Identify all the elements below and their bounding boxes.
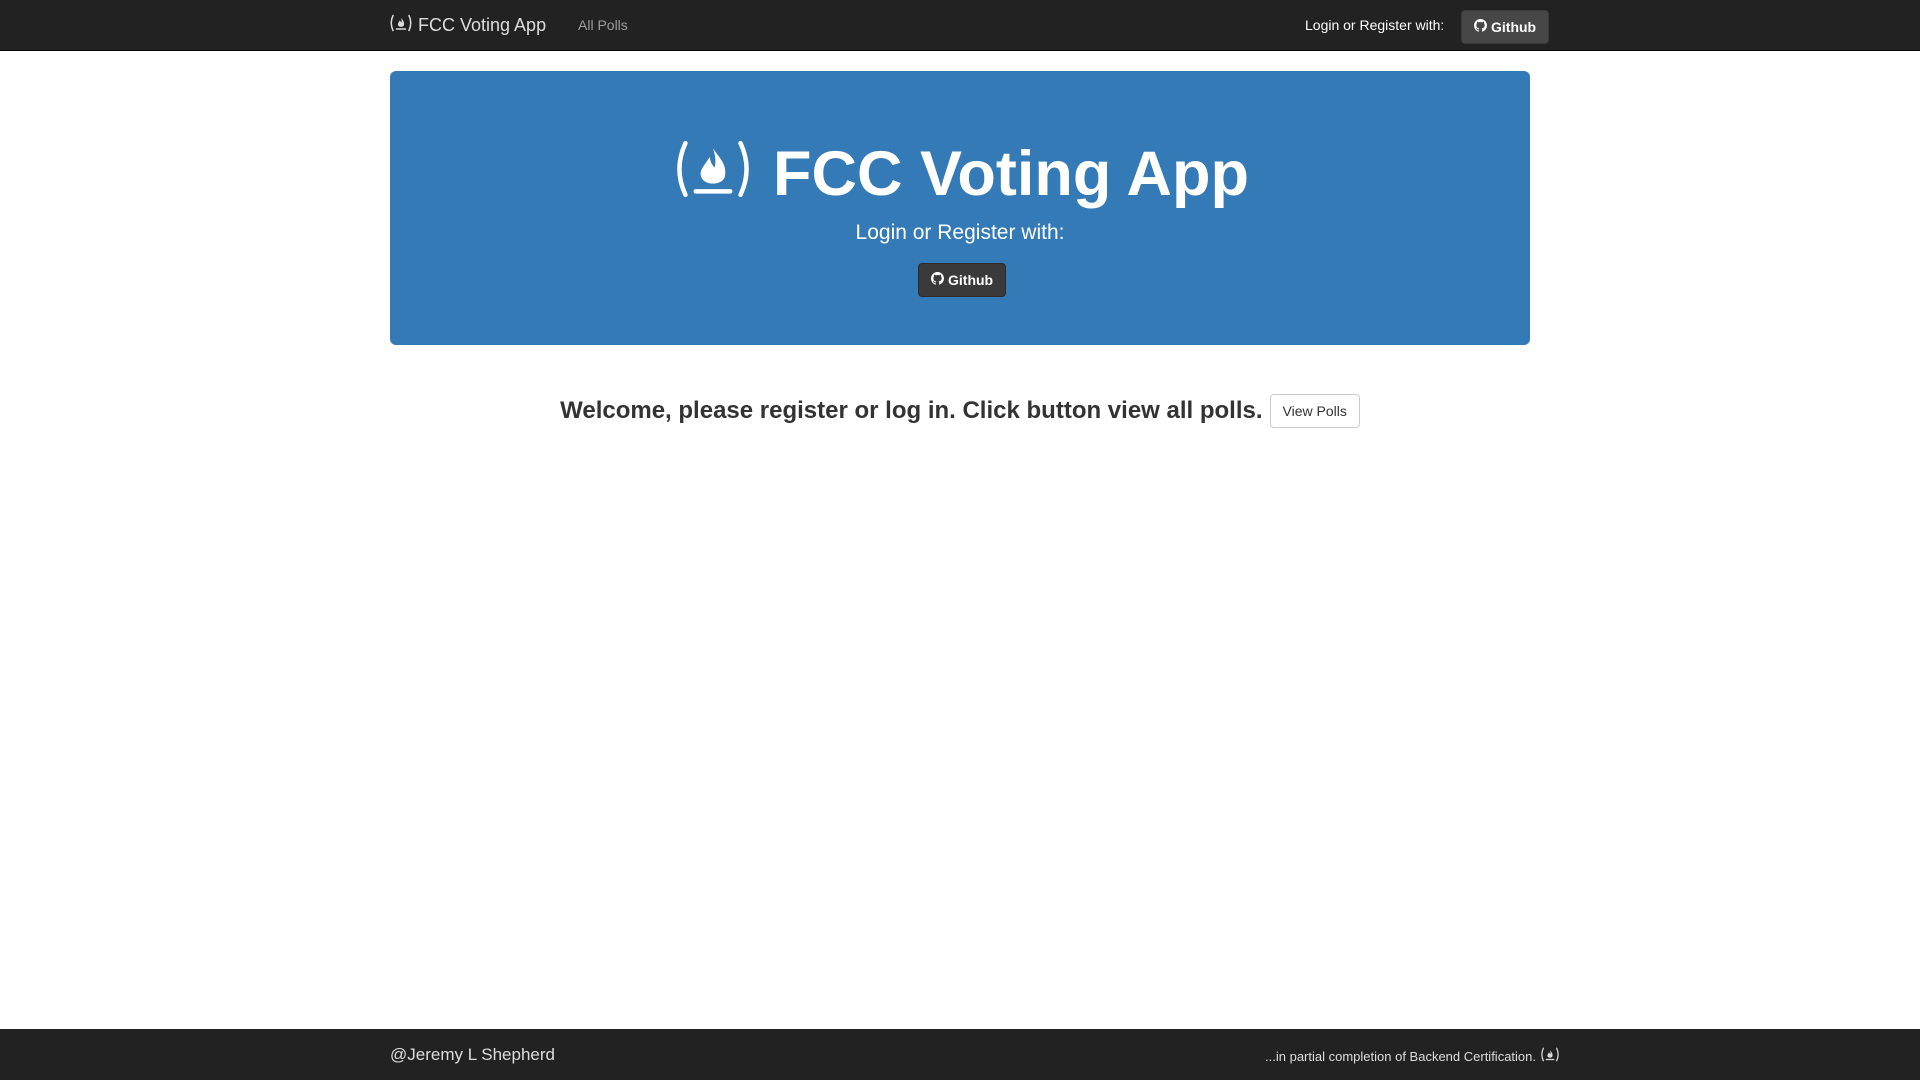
hero-github-login-button[interactable]: Github <box>918 263 1007 297</box>
freecodecamp-flame-icon <box>671 138 755 211</box>
hero-jumbotron: FCC Voting App Login or Register with: G… <box>390 71 1530 345</box>
navbar-brand[interactable]: FCC Voting App <box>389 13 546 37</box>
top-navbar: FCC Voting App All Polls Login or Regist… <box>0 0 1920 51</box>
hero-title: FCC Voting App <box>390 138 1530 211</box>
hero-title-text: FCC Voting App <box>773 139 1249 209</box>
github-icon <box>931 272 944 288</box>
github-button-label: Github <box>948 272 994 288</box>
navbar-github-login-button[interactable]: Github <box>1461 10 1550 44</box>
page-footer: @Jeremy L Shepherd ...in partial complet… <box>0 1029 1920 1080</box>
welcome-row: Welcome, please register or log in. Clic… <box>0 394 1920 428</box>
freecodecamp-flame-icon <box>389 14 413 37</box>
freecodecamp-flame-icon <box>1540 1047 1560 1065</box>
hero-subtitle: Login or Register with: <box>855 221 1065 244</box>
nav-link-all-polls[interactable]: All Polls <box>578 17 628 33</box>
welcome-message: Welcome, please register or log in. Clic… <box>560 397 1263 424</box>
github-button-label: Github <box>1491 19 1537 35</box>
footer-note-text: ...in partial completion of Backend Cert… <box>1265 1048 1536 1064</box>
footer-author: @Jeremy L Shepherd <box>390 1045 555 1064</box>
navbar-auth-text: Login or Register with: <box>1305 17 1445 33</box>
github-icon <box>1474 19 1487 35</box>
footer-note: ...in partial completion of Backend Cert… <box>1265 1047 1560 1065</box>
brand-label: FCC Voting App <box>418 14 547 35</box>
view-polls-button[interactable]: View Polls <box>1269 394 1360 428</box>
